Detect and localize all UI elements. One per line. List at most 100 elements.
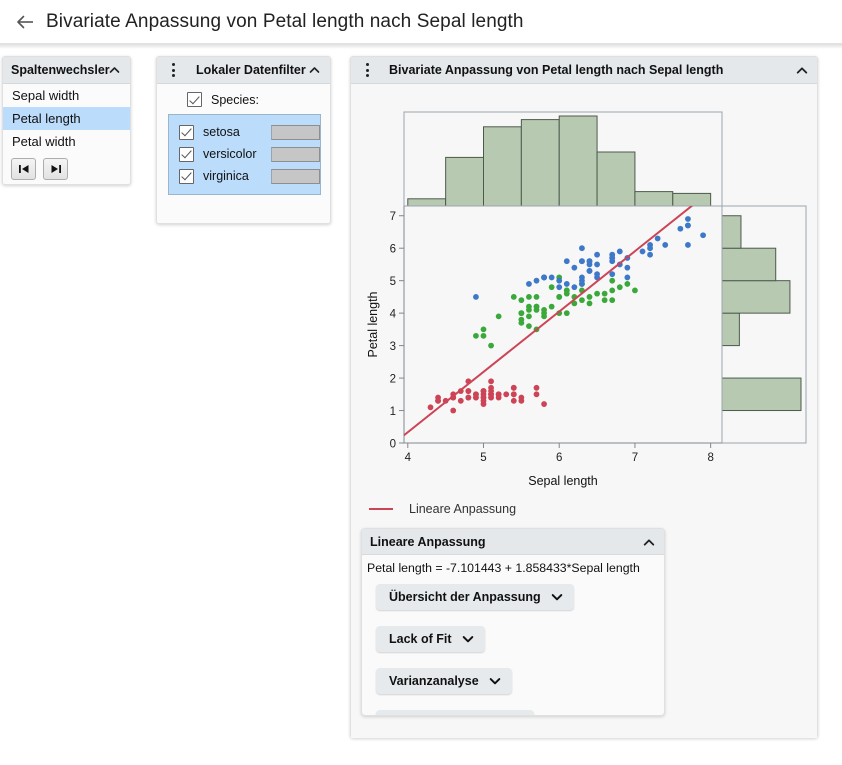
chevron-up-icon[interactable] bbox=[642, 535, 655, 548]
column-item-petal-length[interactable]: Petal length bbox=[3, 107, 130, 130]
setosa-label: setosa bbox=[203, 125, 271, 139]
data-point bbox=[617, 249, 623, 255]
column-item-sepal-width[interactable]: Sepal width bbox=[3, 84, 130, 107]
disclosure-uebersicht-der-anpassung[interactable]: Übersicht der Anpassung bbox=[376, 584, 574, 610]
data-point bbox=[677, 226, 683, 232]
page-title: Bivariate Anpassung von Petal length nac… bbox=[46, 11, 524, 33]
disclosure-parameterschaetzer[interactable]: Parameterschätzer bbox=[376, 710, 534, 716]
column-list: Sepal width Petal length Petal width bbox=[3, 84, 130, 153]
top-histogram-bar bbox=[484, 127, 522, 206]
data-point bbox=[518, 398, 524, 404]
data-point bbox=[624, 281, 630, 287]
local-data-filter-panel: Lokaler Datenfilter Species: setosa vers… bbox=[156, 56, 331, 224]
legend-label: Lineare Anpassung bbox=[409, 502, 516, 516]
chevron-up-icon[interactable] bbox=[795, 64, 808, 77]
data-point bbox=[481, 388, 487, 394]
fit-line bbox=[404, 182, 722, 435]
fit-equation: Petal length = -7.101443 + 1.858433*Sepa… bbox=[362, 555, 664, 575]
data-point bbox=[465, 395, 471, 401]
data-point bbox=[602, 291, 608, 297]
species-group-checkbox[interactable] bbox=[187, 92, 202, 107]
kebab-menu-icon[interactable] bbox=[358, 63, 376, 77]
column-item-petal-width[interactable]: Petal width bbox=[3, 130, 130, 153]
y-tick-label: 6 bbox=[390, 244, 396, 256]
setosa-count-bar[interactable] bbox=[271, 125, 320, 140]
data-point bbox=[556, 278, 562, 284]
axis-lines bbox=[404, 206, 722, 443]
chart-panel-header: Bivariate Anpassung von Petal length nac… bbox=[351, 57, 817, 84]
data-point bbox=[556, 294, 562, 300]
y-tick-label: 3 bbox=[390, 341, 396, 353]
data-point bbox=[685, 216, 691, 222]
disclosure-varianzanalyse[interactable]: Varianzanalyse bbox=[376, 668, 512, 694]
virginica-checkbox[interactable] bbox=[179, 169, 194, 184]
data-filter-header: Lokaler Datenfilter bbox=[157, 57, 330, 84]
data-point bbox=[526, 294, 532, 300]
data-point bbox=[518, 320, 524, 326]
data-point bbox=[549, 284, 555, 290]
chevron-up-icon[interactable] bbox=[308, 64, 321, 77]
disclosure-lack-of-fit[interactable]: Lack of Fit bbox=[376, 626, 485, 652]
kebab-menu-icon[interactable] bbox=[164, 63, 182, 77]
data-point bbox=[564, 291, 570, 297]
data-point bbox=[609, 288, 615, 294]
chart-legend: Lineare Anpassung bbox=[369, 502, 516, 516]
back-arrow-icon[interactable] bbox=[8, 5, 42, 39]
data-point bbox=[541, 401, 547, 407]
data-point bbox=[534, 391, 540, 397]
data-point bbox=[473, 395, 479, 401]
x-tick-label: 8 bbox=[707, 452, 713, 464]
data-point bbox=[564, 281, 570, 287]
data-point bbox=[609, 255, 615, 261]
top-histogram-bar bbox=[635, 192, 673, 206]
versicolor-count-bar[interactable] bbox=[271, 147, 320, 162]
y-tick-label: 1 bbox=[390, 406, 396, 418]
chevron-down-icon bbox=[461, 632, 475, 646]
filter-group-row: Species: bbox=[157, 92, 330, 107]
data-point bbox=[594, 262, 600, 268]
data-point bbox=[609, 297, 615, 303]
data-point bbox=[587, 300, 593, 306]
disclosure-label: Lack of Fit bbox=[389, 632, 452, 646]
data-point bbox=[496, 391, 502, 397]
filter-item-virginica[interactable]: virginica bbox=[169, 165, 320, 187]
data-point bbox=[534, 294, 540, 300]
data-point bbox=[435, 398, 441, 404]
series-setosa[interactable] bbox=[428, 378, 547, 413]
disclosure-list: Übersicht der Anpassung Lack of Fit Vari… bbox=[362, 575, 664, 716]
disclosure-label: Übersicht der Anpassung bbox=[389, 590, 541, 604]
linear-fit-header: Lineare Anpassung bbox=[362, 529, 664, 555]
skip-to-last-icon[interactable] bbox=[43, 158, 68, 180]
chevron-up-icon[interactable] bbox=[108, 64, 121, 77]
data-point bbox=[632, 288, 638, 294]
series-versicolor[interactable] bbox=[473, 275, 638, 349]
setosa-checkbox[interactable] bbox=[179, 125, 194, 140]
plot-svg[interactable]: 0123456745678Petal lengthSepal length bbox=[361, 88, 807, 498]
filter-item-versicolor[interactable]: versicolor bbox=[169, 143, 320, 165]
y-axis-label: Petal length bbox=[366, 291, 380, 357]
skip-to-first-icon[interactable] bbox=[11, 158, 36, 180]
data-point bbox=[587, 268, 593, 274]
virginica-count-bar[interactable] bbox=[271, 169, 320, 184]
data-point bbox=[579, 245, 585, 251]
y-tick-label: 2 bbox=[390, 374, 396, 386]
scatter-plot[interactable]: 0123456745678Petal lengthSepal length bbox=[361, 88, 807, 498]
data-point bbox=[481, 395, 487, 401]
data-point bbox=[481, 333, 487, 339]
y-tick-label: 5 bbox=[390, 276, 396, 288]
data-point bbox=[488, 378, 494, 384]
filter-item-setosa[interactable]: setosa bbox=[169, 121, 320, 143]
versicolor-checkbox[interactable] bbox=[179, 147, 194, 162]
y-tick-label: 7 bbox=[390, 211, 396, 223]
x-axis-label: Sepal length bbox=[528, 474, 598, 488]
column-switcher-title: Spaltenwechsler bbox=[11, 63, 110, 77]
data-point bbox=[450, 408, 456, 414]
data-point bbox=[571, 265, 577, 271]
data-point bbox=[518, 310, 524, 316]
data-point bbox=[617, 284, 623, 290]
y-tick-label: 4 bbox=[390, 309, 397, 321]
top-histogram-bar bbox=[597, 152, 635, 206]
data-point bbox=[549, 304, 555, 310]
top-histogram-bar bbox=[559, 116, 597, 206]
data-point bbox=[609, 278, 615, 284]
